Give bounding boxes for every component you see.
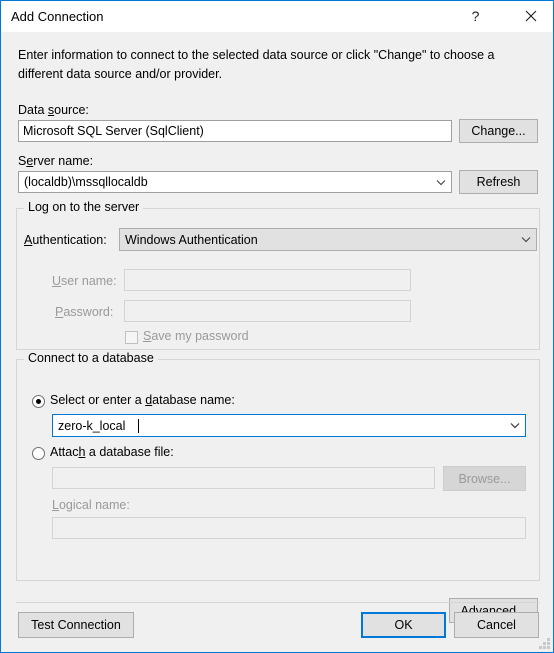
username-label: User name: — [52, 274, 117, 288]
chevron-down-icon — [431, 179, 451, 186]
add-connection-dialog: Add Connection ? Enter information to co… — [0, 0, 554, 653]
server-name-label: Server name: — [18, 154, 94, 168]
chevron-down-icon — [516, 236, 536, 243]
help-icon[interactable]: ? — [453, 1, 498, 31]
cancel-button-label: Cancel — [477, 618, 516, 632]
intro-text: Enter information to connect to the sele… — [18, 48, 495, 81]
save-password-label: Save my password — [143, 329, 249, 343]
database-name-combo[interactable]: zero-k_local — [52, 414, 526, 437]
attach-file-field — [52, 467, 435, 489]
browse-button-label: Browse... — [458, 471, 511, 486]
close-icon[interactable] — [508, 1, 553, 31]
attach-database-radio[interactable] — [32, 447, 45, 460]
text-caret — [138, 419, 139, 433]
password-label: Password: — [55, 305, 114, 319]
select-database-label[interactable]: Select or enter a database name: — [50, 393, 235, 407]
window-title: Add Connection — [11, 9, 104, 24]
resize-grip[interactable] — [538, 637, 551, 650]
refresh-button[interactable]: Refresh — [459, 170, 538, 194]
database-name-value: zero-k_local — [58, 418, 126, 433]
ok-button[interactable]: OK — [361, 612, 446, 638]
username-field — [124, 269, 411, 291]
test-connection-button[interactable]: Test Connection — [18, 612, 134, 638]
title-bar: Add Connection ? — [1, 1, 553, 32]
browse-button: Browse... — [443, 466, 526, 491]
save-password-checkbox — [125, 331, 138, 344]
logical-name-label: Logical name: — [52, 498, 130, 512]
refresh-button-label: Refresh — [476, 175, 521, 189]
server-name-value: (localdb)\mssqllocaldb — [24, 175, 148, 189]
data-source-field: Microsoft SQL Server (SqlClient) — [18, 120, 452, 142]
footer-separator — [16, 602, 540, 603]
authentication-combo[interactable]: Windows Authentication — [119, 228, 537, 251]
logon-group-title: Log on to the server — [24, 200, 144, 214]
server-name-combo[interactable]: (localdb)\mssqllocaldb — [18, 171, 452, 193]
cancel-button[interactable]: Cancel — [454, 612, 539, 638]
dialog-body: Enter information to connect to the sele… — [2, 32, 553, 652]
select-database-radio[interactable] — [32, 395, 45, 408]
data-source-label: Data source: — [18, 103, 89, 117]
authentication-label: Authentication: — [24, 233, 107, 247]
logical-name-field — [52, 517, 526, 539]
attach-database-label[interactable]: Attach a database file: — [50, 445, 174, 459]
test-connection-label: Test Connection — [31, 618, 121, 632]
ok-button-label: OK — [394, 618, 413, 632]
password-field — [124, 300, 411, 322]
chevron-down-icon — [505, 422, 525, 429]
database-group-title: Connect to a database — [24, 351, 158, 365]
authentication-value: Windows Authentication — [125, 232, 258, 247]
change-button[interactable]: Change... — [459, 119, 538, 143]
change-button-label: Change... — [471, 124, 526, 138]
